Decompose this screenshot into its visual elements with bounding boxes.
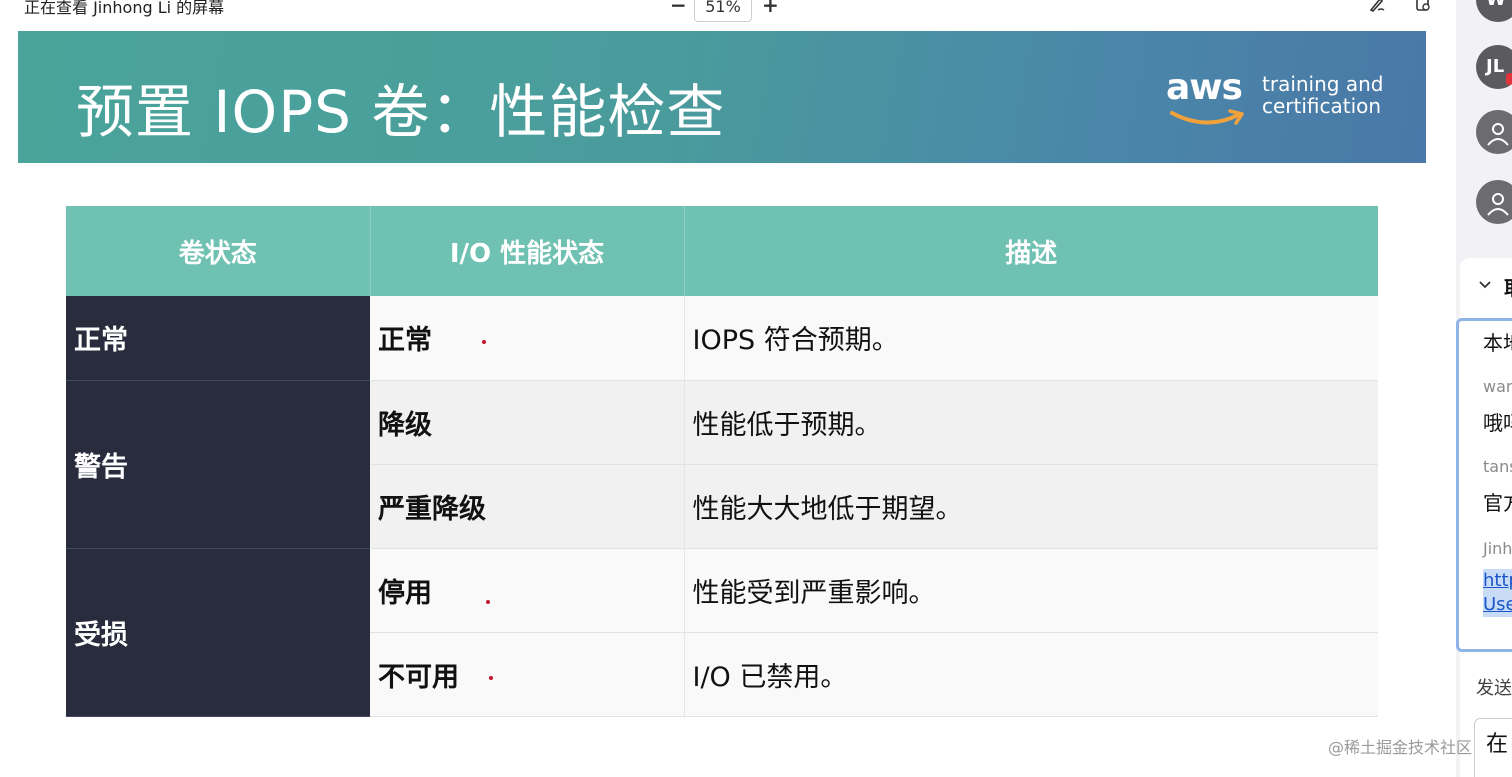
- chevron-down-icon[interactable]: [1478, 278, 1492, 294]
- io-cell: 正常: [370, 296, 685, 381]
- aws-tagline-line-2: certification: [1262, 94, 1382, 118]
- header-description: 描述: [684, 206, 1378, 296]
- chat-sender-name: Jinh: [1483, 539, 1512, 558]
- avatar-initials: W: [1486, 0, 1506, 10]
- chat-panel-title: 耶: [1504, 272, 1512, 301]
- slide-title: 预置 IOPS 卷：性能检查: [76, 78, 726, 146]
- chat-message-link[interactable]: http: [1483, 569, 1512, 593]
- person-icon: [1487, 123, 1509, 146]
- aws-tagline-line-1: training and: [1262, 72, 1384, 96]
- slide-header-banner: 预置 IOPS 卷：性能检查 aws training and certific…: [18, 31, 1426, 163]
- io-label: 不可用: [378, 661, 459, 693]
- participant-avatar-presenter[interactable]: JL: [1476, 45, 1512, 89]
- desc-cell: IOPS 符合预期。: [684, 296, 1378, 381]
- header-volume-state: 卷状态: [66, 206, 371, 296]
- aws-logo: aws: [1166, 67, 1256, 127]
- chat-message-text: 官方: [1483, 491, 1512, 515]
- table-header-row: 卷状态 I/O 性能状态 描述: [66, 206, 1378, 296]
- desc-cell: 性能低于预期。: [684, 380, 1378, 465]
- table-row: 警告 降级 性能低于预期。: [66, 380, 1378, 549]
- table-row: 正常 正常 IOPS 符合预期。: [66, 296, 1378, 381]
- chat-message-list[interactable]: 本地 wan 哦吗 tans 官方 Jinh http Use: [1456, 318, 1512, 652]
- participant-avatar[interactable]: [1476, 110, 1512, 154]
- chat-message-text: 哦吗: [1483, 411, 1512, 435]
- table-row: 受损 停用 性能受到严重影响。: [66, 548, 1378, 717]
- state-cell-normal: 正常: [66, 296, 370, 381]
- state-cell-impaired: 受损: [66, 548, 370, 717]
- io-cell: 不可用: [370, 632, 685, 717]
- desc-cell: 性能受到严重影响。: [684, 548, 1378, 633]
- shared-slide: 预置 IOPS 卷：性能检查 aws training and certific…: [18, 31, 1426, 777]
- header-io-status: I/O 性能状态: [370, 206, 685, 296]
- annotate-pen-icon[interactable]: [1366, 0, 1388, 14]
- io-cell: 停用: [370, 548, 685, 633]
- participant-avatar[interactable]: W: [1476, 0, 1512, 22]
- viewer-toolbar: 正在查看 Jinhong Li 的屏幕 − 51% +: [0, 0, 1456, 30]
- desc-cell: I/O 已禁用。: [684, 632, 1378, 717]
- aws-logo-tagline: training and certification: [1262, 73, 1412, 117]
- chat-message-link[interactable]: Use: [1483, 593, 1512, 617]
- desc-cell: 性能大大地低于期望。: [684, 464, 1378, 549]
- person-icon: [1487, 193, 1509, 216]
- annotation-mark: [482, 339, 486, 344]
- chat-sender-name: wan: [1483, 377, 1512, 396]
- meeting-side-panel: W JL 耶 本地 wan 哦吗 tans 官方 Jinh http Use 发…: [1456, 0, 1512, 777]
- participant-avatar[interactable]: [1476, 180, 1512, 224]
- annotation-mark: [489, 676, 493, 680]
- zoom-out-button[interactable]: −: [670, 0, 687, 17]
- avatar-initials: JL: [1486, 56, 1505, 77]
- site-watermark: @稀土掘金技术社区: [1328, 738, 1473, 757]
- annotation-mark: [486, 600, 490, 604]
- screenshot-doc-icon[interactable]: [1412, 0, 1434, 14]
- aws-logo-word: aws: [1166, 67, 1243, 108]
- chat-sender-name: tans: [1483, 457, 1512, 476]
- chat-input-text: 在: [1486, 732, 1509, 757]
- io-cell: 严重降级: [370, 464, 685, 549]
- io-label: 停用: [378, 577, 432, 609]
- volume-status-table: 卷状态 I/O 性能状态 描述 正常 正常 IOPS 符合预期。 警告 降级 性…: [66, 206, 1378, 717]
- zoom-in-button[interactable]: +: [762, 0, 779, 17]
- viewing-screen-label: 正在查看 Jinhong Li 的屏幕: [24, 0, 225, 17]
- io-cell: 降级: [370, 380, 685, 465]
- chat-message-text: 本地: [1483, 331, 1512, 355]
- send-to-label[interactable]: 发送: [1476, 674, 1512, 700]
- aws-smile-icon: [1170, 109, 1244, 125]
- sharing-badge-icon: [1506, 73, 1512, 85]
- zoom-level-field[interactable]: 51%: [694, 0, 752, 22]
- io-label: 正常: [378, 325, 432, 357]
- state-cell-warning: 警告: [66, 380, 370, 549]
